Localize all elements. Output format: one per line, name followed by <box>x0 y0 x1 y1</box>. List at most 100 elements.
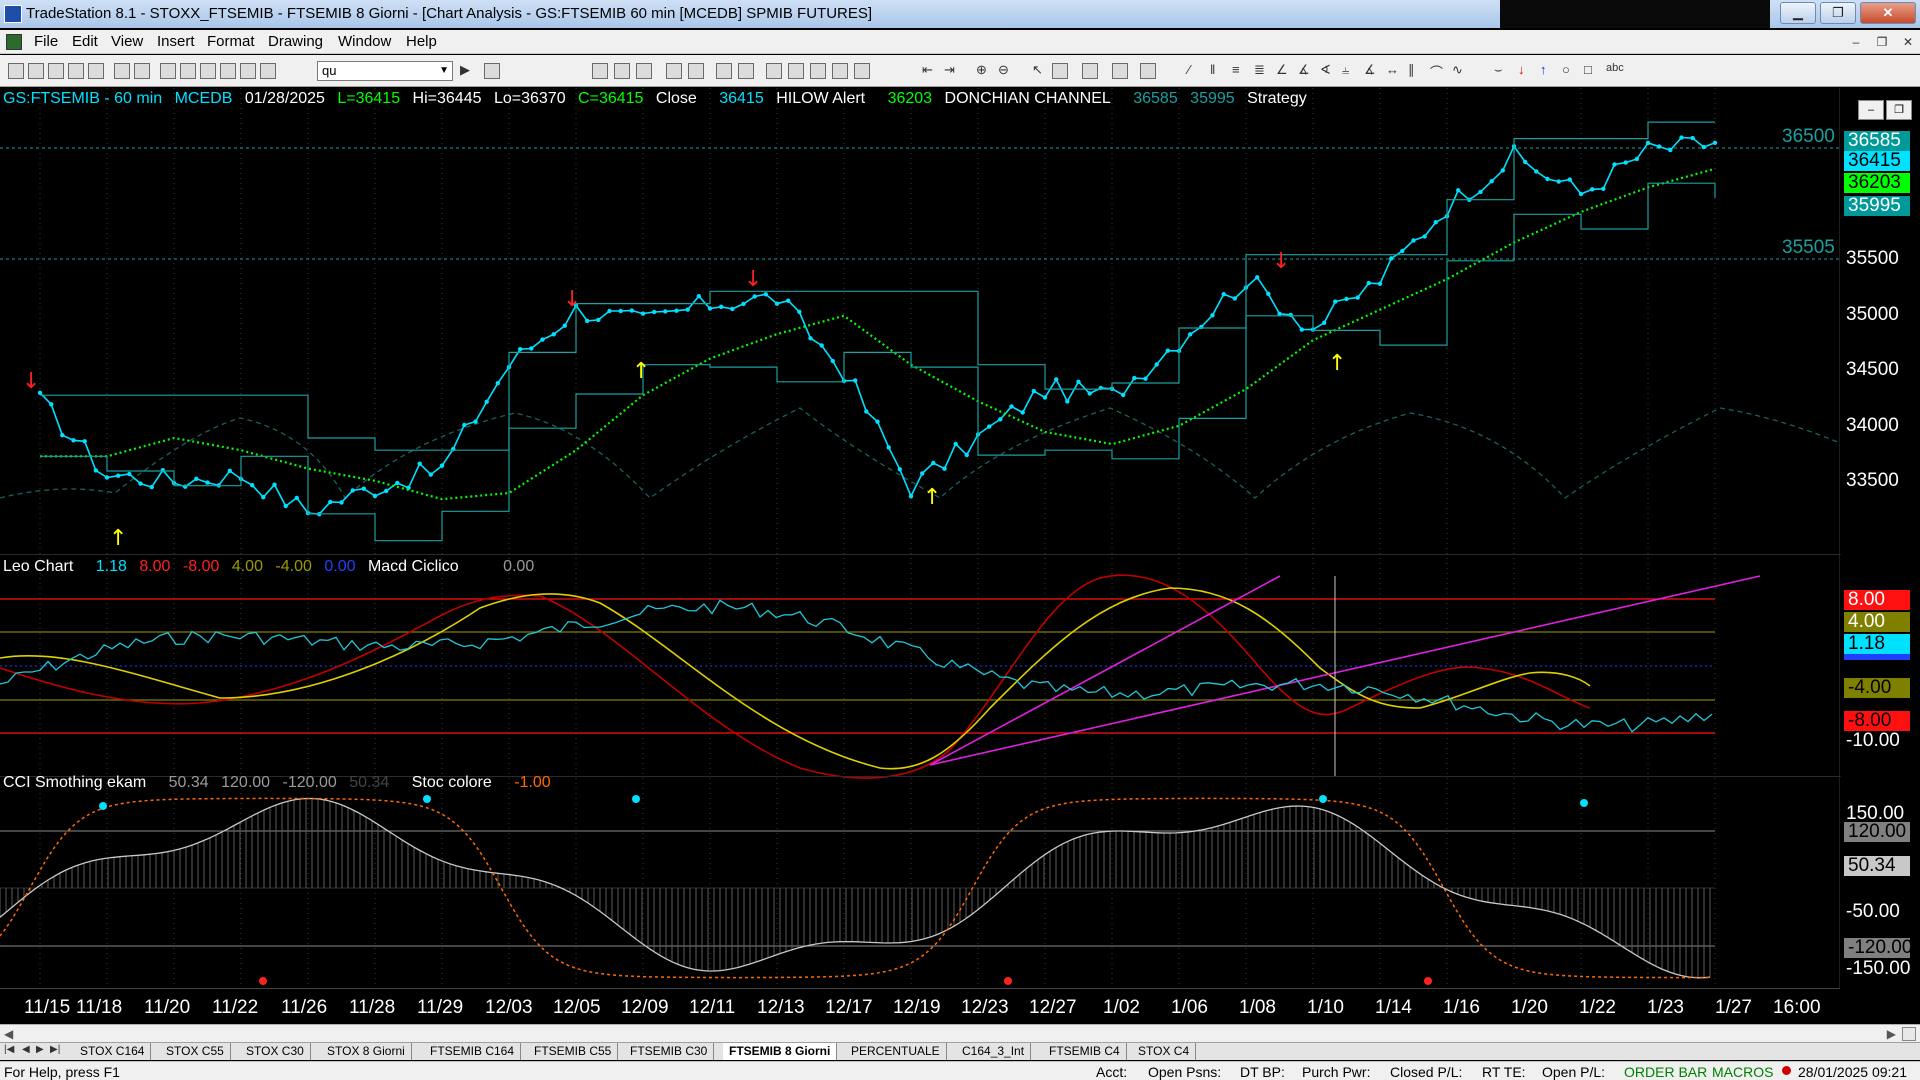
bar-chart-icon[interactable] <box>666 63 682 79</box>
save-icon[interactable] <box>88 63 104 79</box>
angle-icon[interactable]: ∡ <box>1364 62 1376 78</box>
chevron-down-icon[interactable]: ▼ <box>439 62 449 80</box>
freehand-icon[interactable]: ∿ <box>1452 62 1463 78</box>
arc-icon[interactable]: ⌒ <box>1430 62 1443 81</box>
close-button[interactable]: ✕ <box>1860 2 1916 24</box>
scanner-icon[interactable] <box>688 63 704 79</box>
vertical-lines-icon[interactable]: ‖ <box>1210 62 1215 77</box>
black-box-icon[interactable] <box>810 63 826 79</box>
play-icon[interactable]: ▶ <box>460 62 470 78</box>
matrix-icon[interactable] <box>636 63 652 79</box>
globe-icon[interactable] <box>260 63 276 79</box>
up-arrow-icon[interactable]: ↑ <box>1540 62 1547 77</box>
print-icon[interactable] <box>134 63 150 79</box>
curve-icon[interactable]: ⌣ <box>1494 62 1503 78</box>
tools-icon[interactable] <box>220 63 236 79</box>
tab-c164-3-int[interactable]: C164_3_Int <box>956 1043 1032 1060</box>
andrews-pitchfork-icon[interactable]: ⫨ <box>1342 62 1349 78</box>
stoc-colore-label: Stoc colore <box>411 774 492 791</box>
data-window-icon[interactable] <box>180 63 196 79</box>
tab-stox-c30[interactable]: STOX C30 <box>240 1043 311 1060</box>
cursor-data-icon[interactable] <box>1052 63 1068 79</box>
menu-help[interactable]: Help <box>406 33 437 50</box>
menu-file[interactable]: File <box>34 33 58 50</box>
chart-analysis-icon[interactable] <box>592 63 608 79</box>
scroll-right-arrow-icon[interactable]: ▶ <box>1887 1027 1896 1041</box>
menu-format[interactable]: Format <box>207 33 255 50</box>
scroll-split-icon[interactable] <box>1902 1027 1916 1041</box>
tab-stox-8-giorni[interactable]: STOX 8 Giorni <box>321 1043 412 1060</box>
horizontal-scrollbar[interactable]: ◀ ▶ <box>0 1024 1920 1042</box>
tab-stox-c55[interactable]: STOX C55 <box>160 1043 231 1060</box>
menu-view[interactable]: View <box>111 33 143 50</box>
chart-analysis-window[interactable]: ↓ ↓ ↓ ↓ ↑ ↑ ↑ ↑ GS:FTSEMIB - 60 min MCED… <box>0 88 1920 1023</box>
chart-canvas[interactable]: ↓ ↓ ↓ ↓ ↑ ↑ ↑ ↑ <box>0 88 1920 1023</box>
print-preview-icon[interactable] <box>114 63 130 79</box>
format-icon[interactable] <box>788 63 804 79</box>
style-icon[interactable] <box>832 63 848 79</box>
ellipse-icon[interactable]: ○ <box>1562 62 1570 77</box>
menu-insert[interactable]: Insert <box>157 33 195 50</box>
tab-ftsemib-c4[interactable]: FTSEMIB C4 <box>1043 1043 1127 1060</box>
mdi-close-button[interactable]: ✕ <box>1898 33 1918 51</box>
radar-screen-icon[interactable] <box>614 63 630 79</box>
pointer-icon[interactable]: ↖ <box>1032 62 1043 78</box>
zoom-out-icon[interactable]: ⊖ <box>998 62 1009 78</box>
scroll-left-icon[interactable]: ⇤ <box>922 62 933 78</box>
minimize-button[interactable]: ▁ <box>1780 2 1816 24</box>
text-tool-icon[interactable]: abc <box>1606 62 1624 74</box>
symbol-lookup-icon[interactable] <box>484 63 500 79</box>
tab-next-icon[interactable]: ▶ <box>36 1044 44 1055</box>
menu-window[interactable]: Window <box>338 33 391 50</box>
order-bar-button[interactable]: ORDER BAR <box>1624 1064 1707 1080</box>
tab-ftsemib-8-giorni[interactable]: FTSEMIB 8 Giorni <box>723 1043 838 1060</box>
tab-prev-icon[interactable]: ◀ <box>22 1044 30 1055</box>
mdi-minimize-button[interactable]: – <box>1846 33 1866 51</box>
zoom-in-icon[interactable]: ⊕ <box>976 62 987 78</box>
color-icon[interactable] <box>854 63 870 79</box>
tab-ftsemib-c30[interactable]: FTSEMIB C30 <box>624 1043 715 1060</box>
copy-icon[interactable] <box>1112 63 1128 79</box>
tab-ftsemib-c55[interactable]: FTSEMIB C55 <box>528 1043 619 1060</box>
workspace-icon[interactable] <box>68 63 84 79</box>
scroll-left-arrow-icon[interactable]: ◀ <box>4 1027 13 1041</box>
speed-lines-icon[interactable]: ∡ <box>1298 62 1310 78</box>
tab-stox-c164[interactable]: STOX C164 <box>74 1043 152 1060</box>
new-icon[interactable] <box>8 63 24 79</box>
lock-icon[interactable] <box>200 63 216 79</box>
hammer-icon[interactable] <box>1082 63 1098 79</box>
tab-last-icon[interactable]: ▶| <box>50 1044 60 1055</box>
tab-stox-c4[interactable]: STOX C4 <box>1132 1043 1197 1060</box>
trendline-icon[interactable]: ∕ <box>1188 62 1190 77</box>
chart-document-icon[interactable] <box>6 34 22 50</box>
open-icon[interactable] <box>28 63 44 79</box>
macros-button[interactable]: MACROS <box>1712 1064 1773 1080</box>
pane-restore-button[interactable]: ❐ <box>1886 100 1912 120</box>
parallel-lines-icon[interactable]: ∥ <box>1408 62 1415 78</box>
arrow-icon[interactable]: ↔ <box>1386 62 1399 77</box>
scroll-right-icon[interactable]: ⇥ <box>944 62 955 78</box>
delete-icon[interactable] <box>1140 63 1156 79</box>
menu-edit[interactable]: Edit <box>72 33 98 50</box>
pane-separator[interactable] <box>0 554 1840 555</box>
down-arrow-icon[interactable]: ↓ <box>1518 62 1525 77</box>
horizontal-lines-icon[interactable]: ≡ <box>1232 62 1240 77</box>
tab-percentuale[interactable]: PERCENTUALE <box>845 1043 947 1060</box>
maximize-button[interactable]: ❐ <box>1820 2 1856 24</box>
mdi-restore-button[interactable]: ❐ <box>1872 33 1892 51</box>
refresh-icon[interactable] <box>160 63 176 79</box>
pane-minimize-button[interactable]: – <box>1858 100 1884 120</box>
strategy-icon[interactable] <box>240 63 256 79</box>
indicator-icon[interactable] <box>716 63 732 79</box>
rectangle-icon[interactable]: □ <box>1584 62 1592 77</box>
menu-drawing[interactable]: Drawing <box>268 33 323 50</box>
new-workspace-icon[interactable] <box>48 63 64 79</box>
fibonacci-icon[interactable]: ≣ <box>1254 62 1265 78</box>
tab-ftsemib-c164[interactable]: FTSEMIB C164 <box>424 1043 522 1060</box>
regression-icon[interactable]: ∠ <box>1276 62 1288 78</box>
gann-fan-icon[interactable]: ∢ <box>1320 62 1331 78</box>
tab-first-icon[interactable]: |◀ <box>4 1044 14 1055</box>
insert-strategy-icon[interactable] <box>738 63 754 79</box>
alert-icon[interactable] <box>766 63 782 79</box>
symbol-input[interactable]: qu ▼ <box>317 61 453 81</box>
